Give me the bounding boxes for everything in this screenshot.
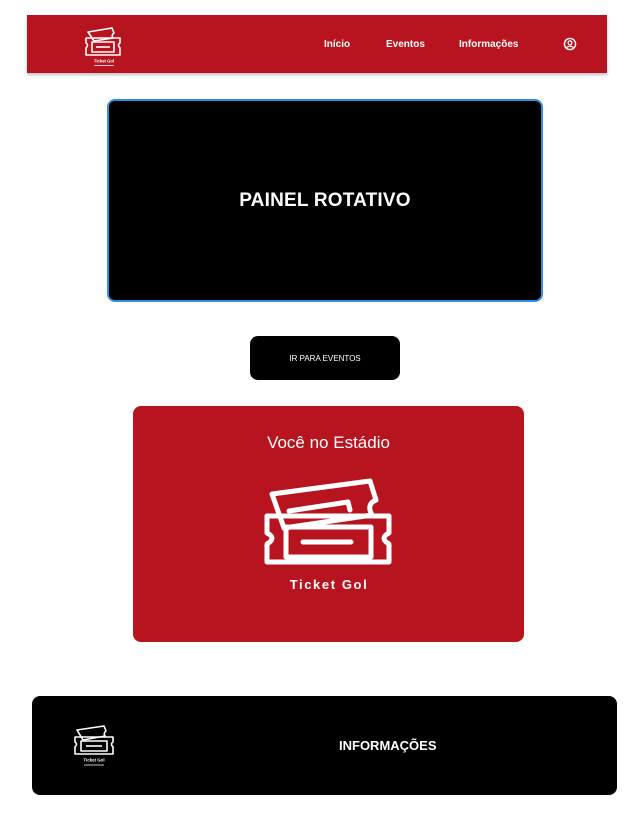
ticket-gol-footer-logo: Ticket Gol	[74, 725, 114, 766]
ticket-gol-logo-large: Ticket Gol	[264, 478, 392, 592]
rotating-panel-title: PAINEL ROTATIVO	[239, 189, 411, 211]
user-account-icon[interactable]	[563, 37, 577, 51]
footer: Ticket Gol INFORMAÇÕES	[32, 696, 617, 795]
nav-link-inicio[interactable]: Início	[324, 15, 350, 73]
ticket-gol-logo[interactable]: Ticket Gol	[82, 22, 126, 68]
svg-text:Ticket Gol: Ticket Gol	[83, 758, 104, 763]
go-to-events-button[interactable]: IR PARA EVENTOS	[250, 336, 400, 380]
top-navbar: Ticket Gol Início Eventos Informações	[27, 15, 607, 73]
nav-link-informacoes[interactable]: Informações	[459, 15, 518, 73]
rotating-panel[interactable]: PAINEL ROTATIVO	[107, 99, 543, 302]
footer-title: INFORMAÇÕES	[339, 738, 437, 753]
stadium-card: Você no Estádio Ticket Gol	[133, 406, 524, 642]
stadium-card-title: Você no Estádio	[267, 433, 390, 452]
svg-text:Ticket Gol: Ticket Gol	[94, 59, 114, 64]
svg-text:Ticket Gol: Ticket Gol	[290, 577, 369, 592]
nav-link-eventos[interactable]: Eventos	[386, 15, 425, 73]
